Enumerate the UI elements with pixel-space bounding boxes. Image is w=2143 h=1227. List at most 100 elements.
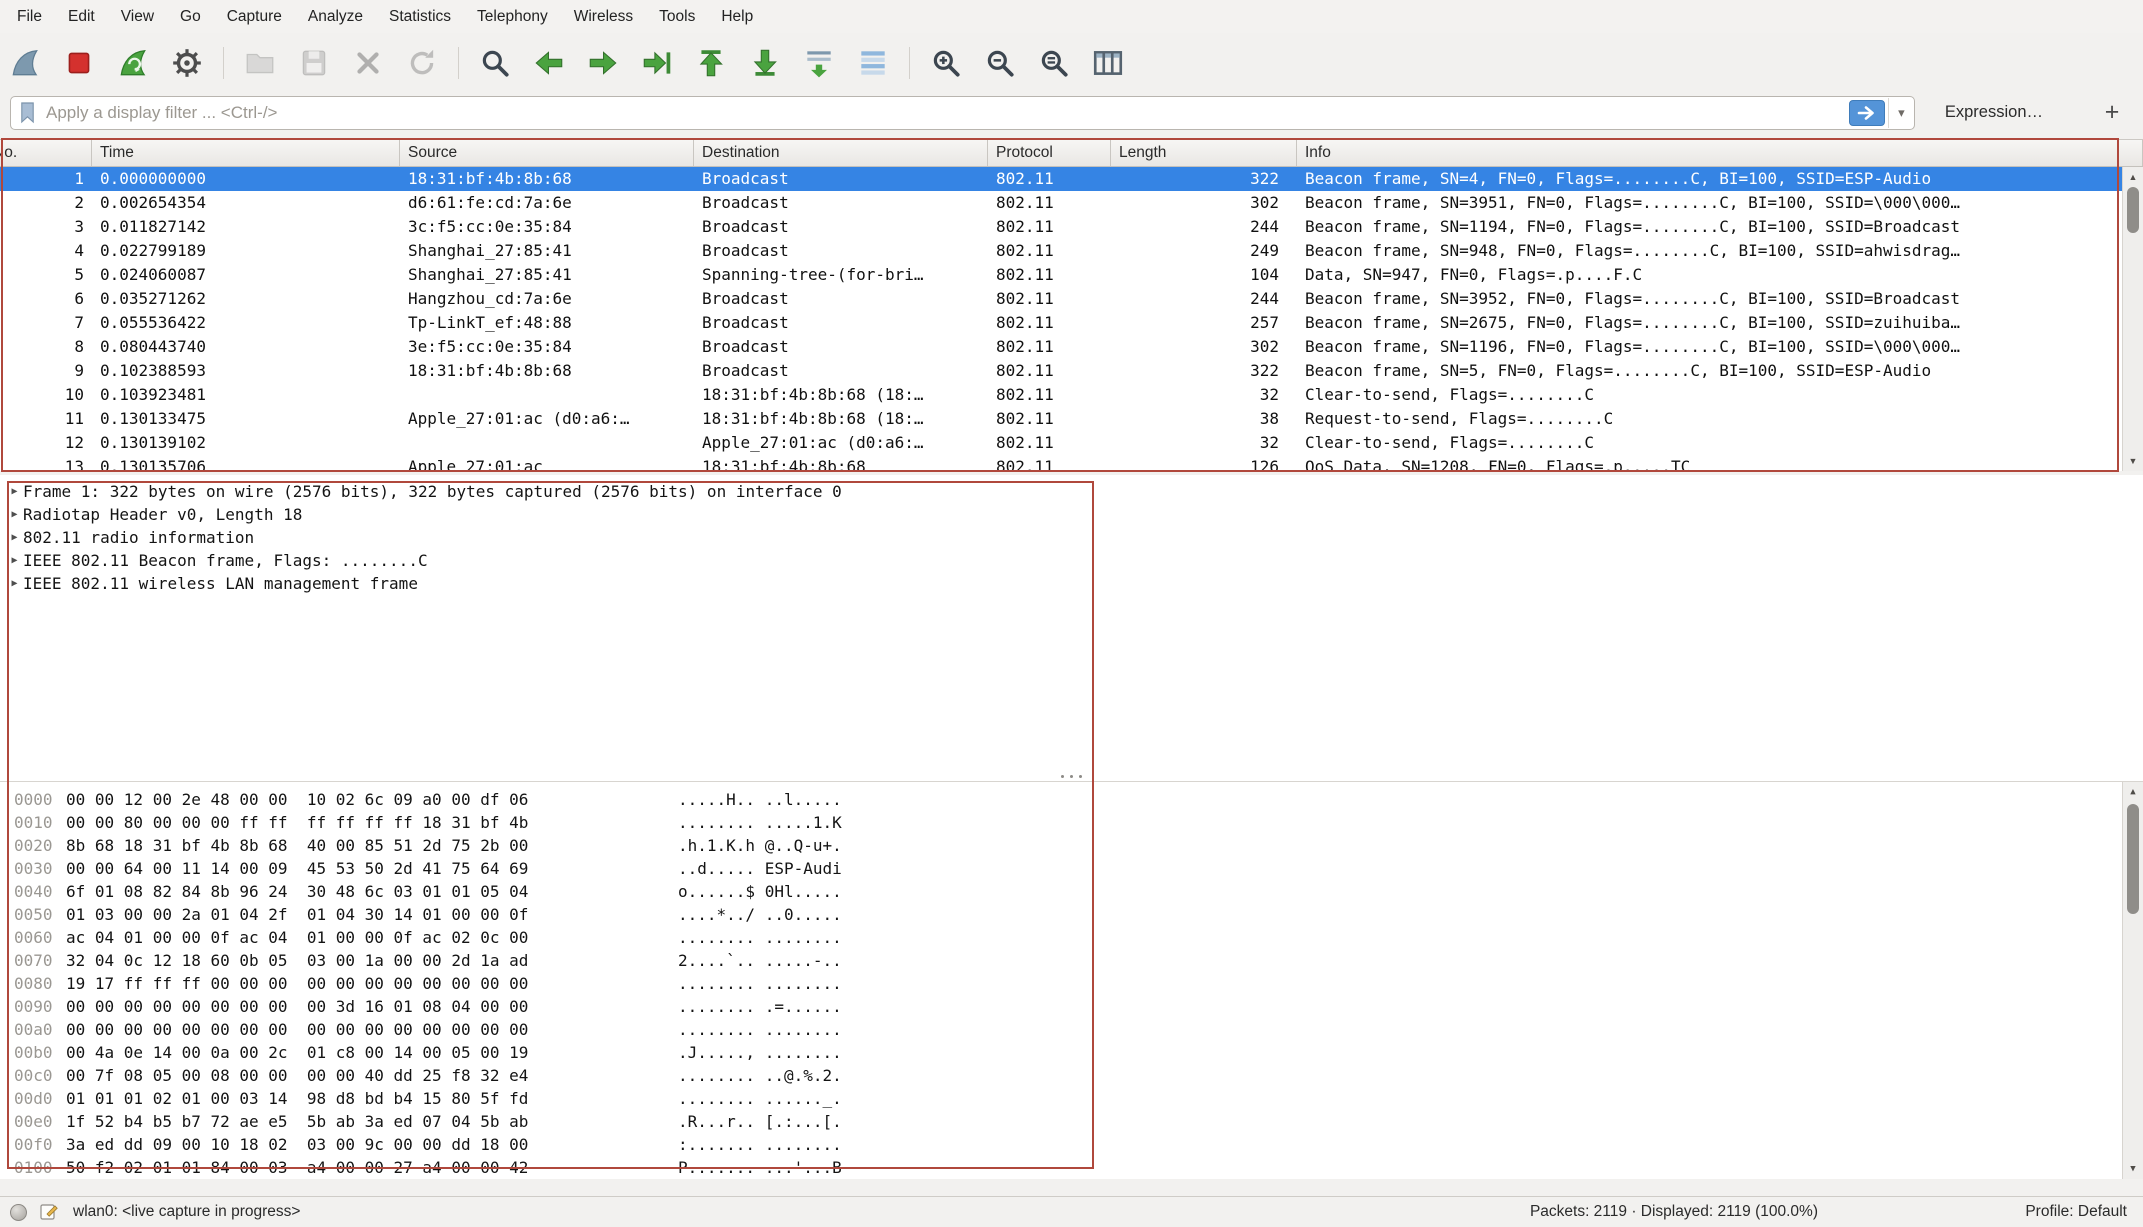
- display-filter-input[interactable]: Apply a display filter ... <Ctrl-/> ▾: [10, 96, 1915, 130]
- hex-row-00d0[interactable]: 00d001 01 01 02 01 00 03 14 98 d8 bd b4 …: [0, 1087, 2143, 1110]
- packet-row-2[interactable]: 20.002654354d6:61:fe:cd:7a:6eBroadcast80…: [0, 191, 2143, 215]
- hex-row-0090[interactable]: 009000 00 00 00 00 00 00 00 00 3d 16 01 …: [0, 995, 2143, 1018]
- menu-capture[interactable]: Capture: [214, 0, 295, 33]
- zoom-reset-button[interactable]: [1031, 40, 1077, 86]
- hex-row-0060[interactable]: 0060ac 04 01 00 00 0f ac 04 01 00 00 0f …: [0, 926, 2143, 949]
- hex-row-0030[interactable]: 003000 00 64 00 11 14 00 09 45 53 50 2d …: [0, 857, 2143, 880]
- auto-scroll-button[interactable]: [796, 40, 842, 86]
- add-filter-button[interactable]: +: [2095, 98, 2129, 127]
- hex-row-0050[interactable]: 005001 03 00 00 2a 01 04 2f 01 04 30 14 …: [0, 903, 2143, 926]
- expert-info-icon[interactable]: [10, 1204, 27, 1221]
- packet-row-10[interactable]: 100.10392348118:31:bf:4b:8b:68 (18:…802.…: [0, 383, 2143, 407]
- hex-row-00a0[interactable]: 00a000 00 00 00 00 00 00 00 00 00 00 00 …: [0, 1018, 2143, 1041]
- packet-row-4[interactable]: 40.022799189Shanghai_27:85:41Broadcast80…: [0, 239, 2143, 263]
- menu-wireless[interactable]: Wireless: [561, 0, 646, 33]
- expand-arrow-icon[interactable]: ▶: [6, 503, 23, 526]
- column-header-info[interactable]: Info: [1297, 140, 2143, 166]
- packet-row-12[interactable]: 120.130139102Apple_27:01:ac (d0:a6:…802.…: [0, 431, 2143, 455]
- detail-line-1[interactable]: ▶Frame 1: 322 bytes on wire (2576 bits),…: [0, 480, 2143, 503]
- menu-help[interactable]: Help: [708, 0, 766, 33]
- expression-button[interactable]: Expression…: [1945, 103, 2043, 122]
- resize-columns-button[interactable]: [1085, 40, 1131, 86]
- packet-row-13[interactable]: 130.130135706Apple_27:01:ac18:31:bf:4b:8…: [0, 455, 2143, 471]
- pane-splitter[interactable]: [0, 771, 2143, 781]
- hex-row-0010[interactable]: 001000 00 80 00 00 00 ff ff ff ff ff ff …: [0, 811, 2143, 834]
- detail-line-4[interactable]: ▶IEEE 802.11 Beacon frame, Flags: ......…: [0, 549, 2143, 572]
- menu-bar: FileEditViewGoCaptureAnalyzeStatisticsTe…: [0, 0, 2143, 33]
- packet-row-1[interactable]: 10.00000000018:31:bf:4b:8b:68Broadcast80…: [0, 167, 2143, 191]
- column-header-destination[interactable]: Destination: [694, 140, 988, 166]
- packet-row-7[interactable]: 70.055536422Tp-LinkT_ef:48:88Broadcast80…: [0, 311, 2143, 335]
- menu-file[interactable]: File: [4, 0, 55, 33]
- hex-row-00c0[interactable]: 00c000 7f 08 05 00 08 00 00 00 00 40 dd …: [0, 1064, 2143, 1087]
- capture-options-button[interactable]: [164, 40, 210, 86]
- zoom-out-button[interactable]: [977, 40, 1023, 86]
- packet-cell: 32: [1111, 383, 1297, 407]
- expand-arrow-icon[interactable]: ▶: [6, 526, 23, 549]
- profile-button[interactable]: Profile: Default: [2025, 1203, 2127, 1221]
- packet-list-scrollbar-thumb[interactable]: [2127, 187, 2139, 233]
- restart-capture-button[interactable]: [110, 40, 156, 86]
- packet-cell: [400, 431, 694, 455]
- column-header-time[interactable]: Time: [92, 140, 400, 166]
- hex-row-0040[interactable]: 00406f 01 08 82 84 8b 96 24 30 48 6c 03 …: [0, 880, 2143, 903]
- hex-row-00e0[interactable]: 00e01f 52 b4 b5 b7 72 ae e5 5b ab 3a ed …: [0, 1110, 2143, 1133]
- menu-go[interactable]: Go: [167, 0, 214, 33]
- hex-row-0070[interactable]: 007032 04 0c 12 18 60 0b 05 03 00 1a 00 …: [0, 949, 2143, 972]
- zoom-in-button[interactable]: [923, 40, 969, 86]
- go-to-bottom-button[interactable]: [742, 40, 788, 86]
- column-header-length[interactable]: Length: [1111, 140, 1297, 166]
- find-packet-button[interactable]: [472, 40, 518, 86]
- column-header-protocol[interactable]: Protocol: [988, 140, 1111, 166]
- scroll-up-icon[interactable]: ▲: [2123, 784, 2143, 800]
- column-header-source[interactable]: Source: [400, 140, 694, 166]
- go-to-top-button[interactable]: [688, 40, 734, 86]
- hex-ascii: P....... ...'...B: [678, 1156, 842, 1179]
- filter-bookmark-icon[interactable]: [18, 101, 37, 124]
- hex-row-0080[interactable]: 008019 17 ff ff ff 00 00 00 00 00 00 00 …: [0, 972, 2143, 995]
- menu-analyze[interactable]: Analyze: [295, 0, 376, 33]
- filter-history-dropdown[interactable]: ▾: [1888, 98, 1914, 128]
- detail-line-5[interactable]: ▶IEEE 802.11 wireless LAN management fra…: [0, 572, 2143, 595]
- colorize-button[interactable]: [850, 40, 896, 86]
- hex-row-0100[interactable]: 010050 f2 02 01 01 84 00 03 a4 00 00 27 …: [0, 1156, 2143, 1179]
- stop-capture-button[interactable]: [56, 40, 102, 86]
- packet-row-5[interactable]: 50.024060087Shanghai_27:85:41Spanning-tr…: [0, 263, 2143, 287]
- menu-statistics[interactable]: Statistics: [376, 0, 464, 33]
- apply-filter-button[interactable]: [1849, 100, 1885, 126]
- detail-line-3[interactable]: ▶802.11 radio information: [0, 526, 2143, 549]
- hex-row-0020[interactable]: 00208b 68 18 31 bf 4b 8b 68 40 00 85 51 …: [0, 834, 2143, 857]
- expand-arrow-icon[interactable]: ▶: [6, 572, 23, 595]
- packet-row-11[interactable]: 110.130133475Apple_27:01:ac (d0:a6:…18:3…: [0, 407, 2143, 431]
- scroll-down-icon[interactable]: ▼: [2123, 453, 2143, 469]
- capture-comment-icon[interactable]: [39, 1202, 59, 1222]
- scroll-down-icon[interactable]: ▼: [2123, 1161, 2143, 1177]
- expand-arrow-icon[interactable]: ▶: [6, 480, 23, 503]
- packet-row-6[interactable]: 60.035271262Hangzhou_cd:7a:6eBroadcast80…: [0, 287, 2143, 311]
- packet-cell: 802.11: [988, 407, 1111, 431]
- packet-list-scrollbar[interactable]: ▲ ▼: [2122, 167, 2143, 471]
- menu-view[interactable]: View: [108, 0, 167, 33]
- start-capture-button[interactable]: [2, 40, 48, 86]
- hex-row-00b0[interactable]: 00b000 4a 0e 14 00 0a 00 2c 01 c8 00 14 …: [0, 1041, 2143, 1064]
- hex-row-0000[interactable]: 000000 00 12 00 2e 48 00 00 10 02 6c 09 …: [0, 788, 2143, 811]
- hex-row-00f0[interactable]: 00f03a ed dd 09 00 10 18 02 03 00 9c 00 …: [0, 1133, 2143, 1156]
- packet-row-9[interactable]: 90.10238859318:31:bf:4b:8b:68Broadcast80…: [0, 359, 2143, 383]
- hex-scrollbar-thumb[interactable]: [2127, 804, 2139, 914]
- hex-scrollbar[interactable]: ▲ ▼: [2122, 782, 2143, 1179]
- menu-tools[interactable]: Tools: [646, 0, 708, 33]
- packet-row-8[interactable]: 80.0804437403e:f5:cc:0e:35:84Broadcast80…: [0, 335, 2143, 359]
- packet-list-body: 10.00000000018:31:bf:4b:8b:68Broadcast80…: [0, 167, 2143, 471]
- scroll-up-icon[interactable]: ▲: [2123, 169, 2143, 185]
- detail-line-2[interactable]: ▶Radiotap Header v0, Length 18: [0, 503, 2143, 526]
- expand-arrow-icon[interactable]: ▶: [6, 549, 23, 572]
- menu-telephony[interactable]: Telephony: [464, 0, 561, 33]
- packet-row-3[interactable]: 30.0118271423c:f5:cc:0e:35:84Broadcast80…: [0, 215, 2143, 239]
- go-back-button[interactable]: [526, 40, 572, 86]
- menu-edit[interactable]: Edit: [55, 0, 108, 33]
- toolbar-separator: [458, 47, 459, 79]
- hex-offset: 0070: [14, 949, 66, 972]
- column-header-no[interactable]: No.: [0, 140, 92, 166]
- go-to-packet-button[interactable]: [634, 40, 680, 86]
- go-forward-button[interactable]: [580, 40, 626, 86]
